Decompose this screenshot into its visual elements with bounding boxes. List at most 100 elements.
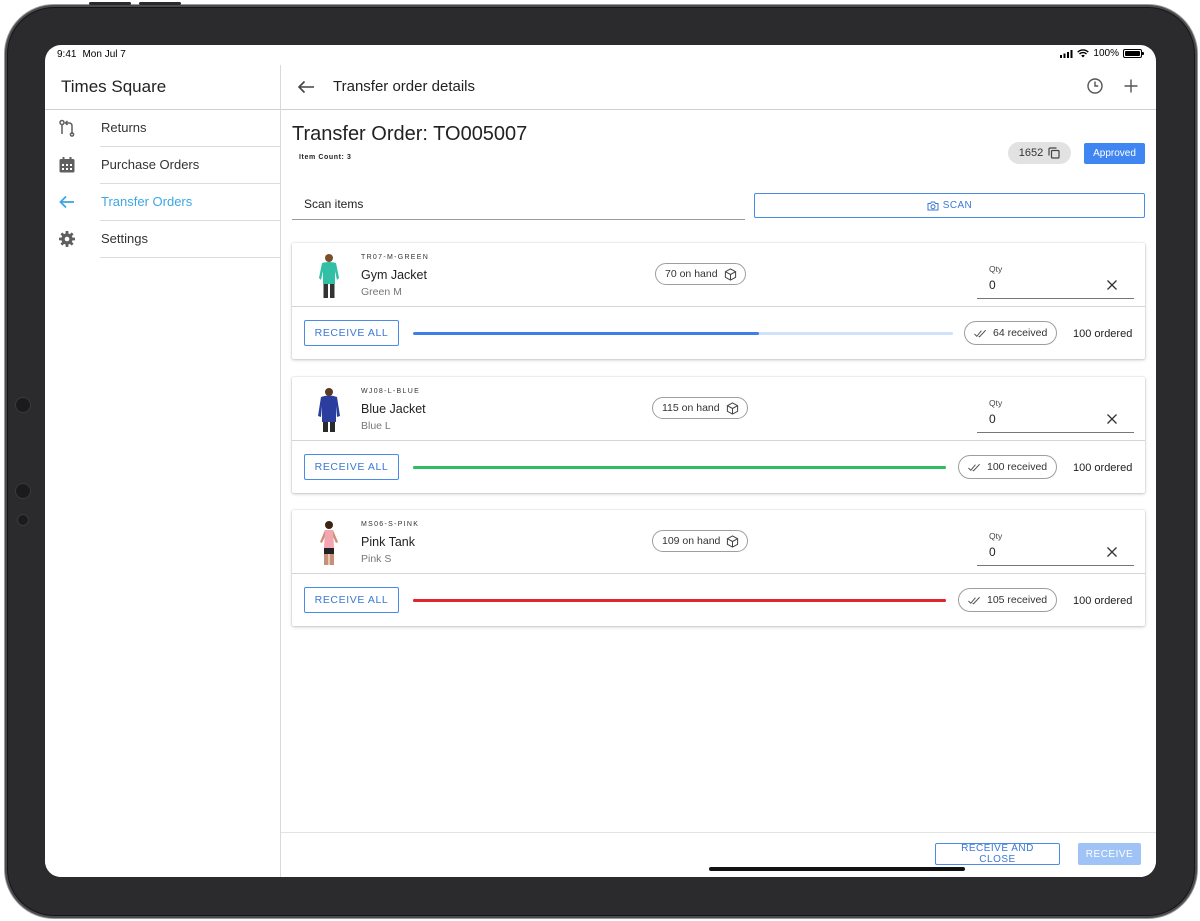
status-badge: Approved xyxy=(1084,143,1145,164)
camera-dot xyxy=(15,397,31,413)
sidebar-item-label: Settings xyxy=(101,231,148,246)
sidebar-item-purchase-orders[interactable]: Purchase Orders xyxy=(45,147,280,184)
line-item-card: WJ08-L-BLUE Blue Jacket Blue L 115 on ha… xyxy=(292,377,1145,493)
ordered-label: 100 ordered xyxy=(1073,462,1133,474)
action-footer: RECEIVE AND CLOSE RECEIVE xyxy=(281,832,1156,877)
receive-progress-bar xyxy=(413,599,946,602)
double-check-icon xyxy=(974,329,986,337)
receive-all-button[interactable]: RECEIVE ALL xyxy=(304,320,399,346)
received-label: 100 received xyxy=(987,461,1048,473)
divider xyxy=(100,257,280,258)
line-item-card: MS06-S-PINK Pink Tank Pink S 109 on hand… xyxy=(292,510,1145,626)
product-image xyxy=(319,254,339,298)
box-icon xyxy=(727,534,739,548)
back-button[interactable] xyxy=(295,77,317,97)
sidebar-item-transfer-orders[interactable]: Transfer Orders xyxy=(45,184,280,221)
store-name: Times Square xyxy=(45,65,280,110)
arrow-left-icon xyxy=(59,195,74,209)
line-item-card: TR07-M-GREEN Gym Jacket Green M 70 on ha… xyxy=(292,243,1145,359)
page-title: Transfer order details xyxy=(333,78,476,95)
signal-icon xyxy=(1060,49,1073,58)
scan-button[interactable]: SCAN xyxy=(754,193,1145,218)
ordered-label: 100 ordered xyxy=(1073,595,1133,607)
qty-input[interactable] xyxy=(977,274,1087,296)
scan-items-input[interactable] xyxy=(292,188,745,219)
receive-all-button[interactable]: RECEIVE ALL xyxy=(304,454,399,480)
sidebar: Times Square Returns Purchase Orders Tra… xyxy=(45,65,281,877)
clear-qty-button[interactable] xyxy=(1106,546,1118,558)
on-hand-chip[interactable]: 70 on hand xyxy=(655,263,746,285)
scan-items-field[interactable] xyxy=(292,188,745,220)
order-id-chip[interactable]: 1652 xyxy=(1008,142,1071,164)
receive-all-button[interactable]: RECEIVE ALL xyxy=(304,587,399,613)
received-label: 64 received xyxy=(993,327,1048,339)
on-hand-label: 70 on hand xyxy=(665,268,718,280)
clear-qty-button[interactable] xyxy=(1106,279,1118,291)
battery-icon xyxy=(1123,49,1144,58)
receive-progress-bar xyxy=(413,332,953,335)
on-hand-label: 115 on hand xyxy=(662,402,720,414)
camera-dot xyxy=(15,483,31,499)
sidebar-item-returns[interactable]: Returns xyxy=(45,110,280,147)
status-time: 9:41 xyxy=(57,49,77,60)
on-hand-chip[interactable]: 115 on hand xyxy=(652,397,748,419)
returns-icon xyxy=(59,119,75,137)
received-chip[interactable]: 64 received xyxy=(964,321,1058,345)
product-variant: Blue L xyxy=(361,420,391,432)
receive-and-close-button[interactable]: RECEIVE AND CLOSE xyxy=(935,843,1060,865)
scan-button-label: SCAN xyxy=(942,200,973,211)
receive-button[interactable]: RECEIVE xyxy=(1078,843,1141,865)
product-sku: WJ08-L-BLUE xyxy=(361,388,421,395)
product-garment xyxy=(324,530,334,548)
history-button[interactable] xyxy=(1086,77,1104,95)
receive-progress-fill xyxy=(413,332,759,335)
qty-label: Qty xyxy=(989,398,1003,408)
receive-progress-fill xyxy=(413,599,946,602)
on-hand-chip[interactable]: 109 on hand xyxy=(652,530,749,552)
qty-label: Qty xyxy=(989,264,1003,274)
top-bar: Transfer order details xyxy=(281,65,1156,110)
product-sku: MS06-S-PINK xyxy=(361,521,420,528)
volume-button xyxy=(89,2,131,5)
ordered-label: 100 ordered xyxy=(1073,328,1133,340)
product-variant: Pink S xyxy=(361,553,392,565)
receive-row: RECEIVE ALL 100 received 100 ordered xyxy=(292,441,1145,493)
box-icon xyxy=(724,267,736,281)
double-check-icon xyxy=(968,463,980,471)
qty-input[interactable] xyxy=(977,541,1087,563)
add-button[interactable] xyxy=(1122,77,1140,95)
volume-button xyxy=(139,2,181,5)
sidebar-item-label: Returns xyxy=(101,120,147,135)
line-item-details: MS06-S-PINK Pink Tank Pink S 109 on hand… xyxy=(292,510,1145,574)
qty-input[interactable] xyxy=(977,408,1087,430)
receive-row: RECEIVE ALL 105 received 100 ordered xyxy=(292,574,1145,626)
product-image xyxy=(320,521,338,565)
order-id: 1652 xyxy=(1018,147,1044,159)
sidebar-item-label: Transfer Orders xyxy=(101,194,193,209)
product-name: Pink Tank xyxy=(361,535,415,549)
product-garment xyxy=(318,395,340,422)
product-name: Blue Jacket xyxy=(361,402,426,416)
double-check-icon xyxy=(968,596,980,604)
product-name: Gym Jacket xyxy=(361,268,427,282)
box-icon xyxy=(726,401,738,415)
receive-progress-fill xyxy=(413,466,946,469)
received-label: 105 received xyxy=(987,594,1048,606)
on-hand-label: 109 on hand xyxy=(662,535,721,547)
order-title: Transfer Order: TO005007 xyxy=(292,123,528,145)
receive-row: RECEIVE ALL 64 received 100 ordered xyxy=(292,307,1145,359)
camera-dot xyxy=(17,514,29,526)
status-date: Mon Jul 7 xyxy=(82,49,126,60)
product-image xyxy=(318,388,340,432)
gear-icon xyxy=(59,231,75,247)
sidebar-item-settings[interactable]: Settings xyxy=(45,221,280,258)
received-chip[interactable]: 105 received xyxy=(958,588,1058,612)
received-chip[interactable]: 100 received xyxy=(958,455,1058,479)
receive-progress-bar xyxy=(413,466,946,469)
battery-percent: 100% xyxy=(1093,48,1119,59)
line-item-details: TR07-M-GREEN Gym Jacket Green M 70 on ha… xyxy=(292,243,1145,307)
wifi-icon xyxy=(1077,49,1090,58)
main-content: Transfer order details Transfer Order: T… xyxy=(281,65,1156,877)
home-indicator xyxy=(709,867,965,871)
clear-qty-button[interactable] xyxy=(1106,413,1118,425)
